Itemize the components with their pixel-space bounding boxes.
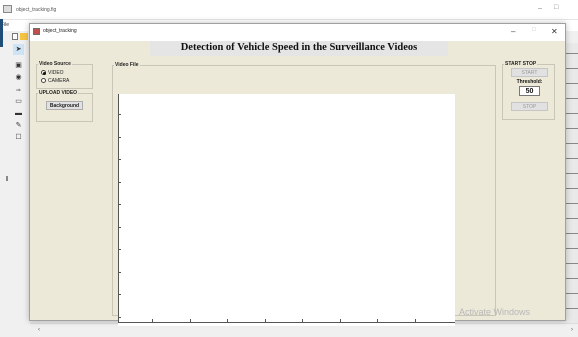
x-axis-tick — [227, 319, 228, 322]
panel-icon[interactable]: ☐ — [13, 132, 24, 143]
y-axis-tick — [118, 181, 121, 183]
y-axis-tick — [118, 316, 121, 318]
matlab-logo-icon — [33, 28, 40, 35]
video-radio[interactable] — [41, 70, 46, 75]
y-axis-tick — [118, 249, 121, 250]
listbox-icon[interactable]: ▬ — [13, 108, 24, 119]
guide-title-bar — [0, 0, 578, 20]
edit-text-icon[interactable]: ▭ — [13, 96, 24, 107]
y-axis-tick — [118, 114, 121, 115]
toggle-button-icon[interactable]: ok — [13, 84, 24, 95]
minimize-button[interactable]: – — [511, 27, 515, 36]
scroll-right-icon[interactable]: › — [571, 327, 573, 333]
y-axis-tick — [118, 204, 121, 205]
open-folder-icon[interactable] — [20, 33, 28, 40]
video-source-panel — [36, 64, 93, 89]
video-file-label: Video File — [114, 62, 140, 68]
figure-title-bar — [30, 24, 565, 41]
y-axis-tick — [118, 136, 121, 138]
camera-radio-label[interactable]: CAMERA — [48, 78, 69, 84]
guide-minimize-button[interactable]: – — [538, 5, 542, 12]
start-stop-label: START STOP — [504, 61, 538, 67]
x-axis-tick — [377, 319, 378, 322]
y-axis-line — [118, 94, 119, 322]
axes-icon[interactable]: ✎ — [13, 120, 24, 131]
y-axis-tick — [118, 159, 121, 160]
y-axis-tick — [118, 226, 121, 228]
x-axis-tick — [339, 319, 341, 322]
guide-maximize-button[interactable]: □ — [554, 4, 558, 11]
windows-watermark: Activate Windows — [459, 307, 531, 317]
video-axes — [118, 94, 455, 326]
x-axis-tick — [302, 319, 303, 322]
x-axis-line — [118, 322, 455, 323]
maximize-button[interactable]: □ — [532, 27, 536, 33]
x-axis-tick — [189, 319, 191, 322]
x-axis-tick — [264, 319, 266, 322]
push-button-icon[interactable]: ▣ — [13, 60, 24, 71]
resize-handle[interactable] — [6, 176, 8, 181]
radio-button-icon[interactable]: ◉ — [13, 72, 24, 83]
video-source-label: Video Source — [38, 61, 72, 67]
upload-video-label: UPLOAD VIDEO — [38, 90, 79, 96]
close-button[interactable]: ✕ — [551, 27, 558, 36]
guide-window-title: object_tracking.fig — [16, 7, 57, 13]
video-radio-label[interactable]: VIDEO — [48, 70, 64, 76]
stop-button[interactable]: STOP — [511, 102, 548, 111]
new-file-icon[interactable] — [12, 33, 18, 40]
window-accent — [0, 19, 3, 47]
figure-window-title: object_tracking — [43, 28, 77, 34]
x-axis-tick — [414, 319, 416, 322]
y-axis-tick — [118, 271, 121, 273]
x-axis-tick — [152, 319, 153, 322]
background-button[interactable]: Background — [46, 101, 83, 110]
camera-radio[interactable] — [41, 78, 46, 83]
threshold-input[interactable]: 50 — [519, 86, 540, 96]
y-axis-tick — [118, 294, 121, 295]
select-arrow-icon[interactable]: ➤ — [13, 44, 24, 55]
threshold-label: Threshold: — [516, 79, 543, 85]
scroll-left-icon[interactable]: ‹ — [38, 327, 40, 333]
page-title: Detection of Vehicle Speed in the Survei… — [180, 42, 418, 53]
matlab-figure-icon — [3, 5, 12, 13]
start-button[interactable]: START — [511, 68, 548, 77]
